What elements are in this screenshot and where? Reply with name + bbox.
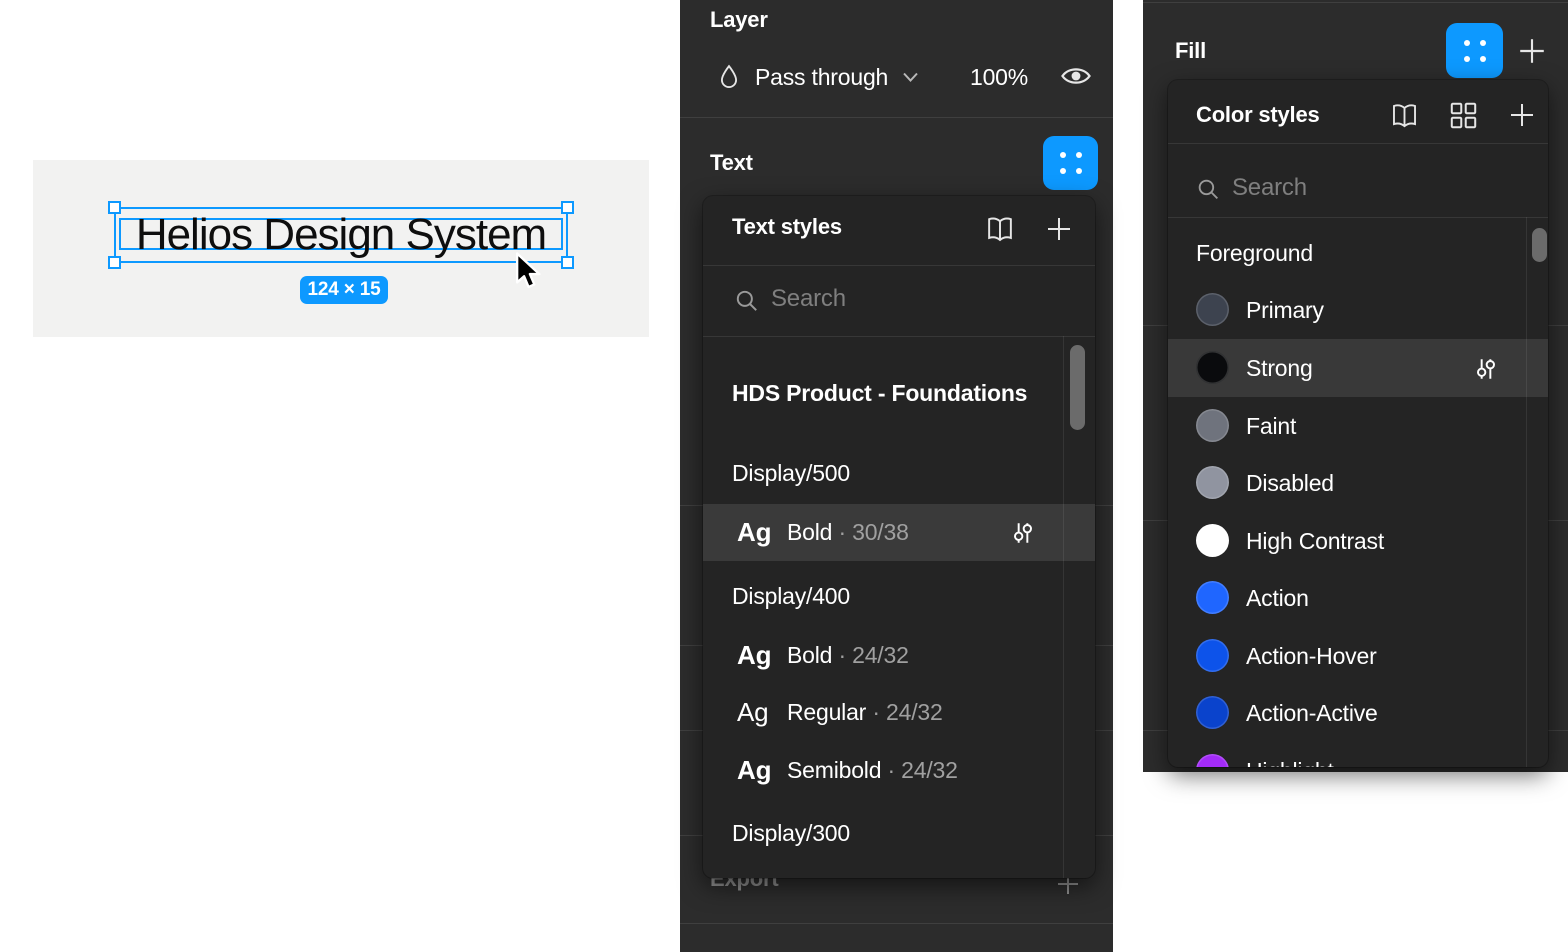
sliders-icon[interactable] [1473,356,1499,382]
scrollbar-thumb[interactable] [1532,228,1547,262]
dropdown-divider [1168,217,1548,218]
section-divider [680,923,1113,924]
style-preview: Ag [737,684,768,741]
text-section-title: Text [710,150,753,176]
text-styles-dropdown-title: Text styles [732,214,842,240]
search-icon [734,288,760,314]
style-name: Bold [787,642,832,668]
style-preview: Ag [737,627,771,684]
color-swatch [1196,293,1229,326]
style-name: Regular [787,699,866,725]
dropdown-divider [1168,143,1548,144]
text-style-row[interactable]: Ag Bold · 30/38 [703,504,1095,561]
color-styles-dropdown-title: Color styles [1196,102,1320,128]
fill-panel: Fill Color styles [1143,0,1568,772]
droplet-icon [717,63,741,90]
text-style-row[interactable]: Ag Bold · 24/32 [703,627,1095,684]
size-badge: 124 × 15 [300,276,388,304]
style-name: Semibold [787,757,881,783]
selection-bounding-box[interactable] [114,207,568,263]
book-icon[interactable] [984,213,1016,245]
eye-icon[interactable] [1060,62,1092,90]
library-name: HDS Product - Foundations [732,380,1027,407]
color-styles-search-input[interactable] [1230,173,1504,203]
selection-handle-top-right[interactable] [561,201,574,214]
selection-handle-bottom-left[interactable] [108,256,121,269]
dropdown-divider [703,336,1095,337]
color-style-name: Disabled [1246,454,1334,512]
dropdown-divider [703,265,1095,266]
sliders-icon[interactable] [1010,520,1036,546]
color-styles-button[interactable] [1446,23,1503,78]
chevron-down-icon [902,71,919,83]
four-dots-icon [1060,152,1082,174]
color-style-name: Action-Hover [1246,627,1377,685]
color-style-row[interactable]: Highlight [1168,742,1548,767]
grid-icon[interactable] [1449,101,1478,130]
add-fill-icon[interactable] [1517,36,1547,66]
color-style-row[interactable]: Primary [1168,281,1548,339]
book-icon[interactable] [1389,100,1420,131]
text-styles-search-input[interactable] [769,284,1053,314]
section-divider [680,117,1113,118]
style-size: 24/32 [852,642,909,668]
section-divider [1143,2,1568,3]
scrollbar-track [1526,217,1527,767]
blend-mode-select[interactable]: Pass through [755,63,919,91]
color-style-name: Strong [1246,339,1313,397]
properties-panel: Layer Pass through 100% Text Export [680,0,1113,952]
color-swatch [1196,696,1229,729]
text-style-row[interactable]: Ag Semibold · 24/32 [703,742,1095,799]
text-style-row[interactable]: Ag Regular · 24/32 [703,684,1095,741]
style-size: 30/38 [852,519,909,545]
text-styles-dropdown: Text styles HDS Product - Foundations Di… [703,196,1095,878]
style-name: Bold [787,519,832,545]
color-style-row[interactable]: Action-Hover [1168,627,1548,685]
color-style-row[interactable]: Action [1168,569,1548,627]
scrollbar-track [1063,336,1064,878]
color-group-label: Foreground [1196,240,1313,267]
color-style-row[interactable]: Disabled [1168,454,1548,512]
color-style-name: Action [1246,569,1309,627]
color-swatch [1196,581,1229,614]
color-style-name: Primary [1246,281,1324,339]
color-style-name: Faint [1246,397,1296,455]
text-styles-button[interactable] [1043,136,1098,190]
color-style-name: High Contrast [1246,512,1384,570]
selection-handle-bottom-right[interactable] [561,256,574,269]
opacity-value[interactable]: 100% [970,64,1026,91]
selection-handle-top-left[interactable] [108,201,121,214]
style-size: 24/32 [886,699,943,725]
color-style-row[interactable]: High Contrast [1168,512,1548,570]
color-styles-dropdown: Color styles Foreground [1168,80,1548,767]
color-style-name: Highlight [1246,742,1334,767]
four-dots-icon [1464,40,1486,62]
color-swatch [1196,351,1229,384]
color-swatch [1196,639,1229,672]
scrollbar-thumb[interactable] [1070,345,1085,430]
cursor-icon [511,252,547,292]
color-style-name: Action-Active [1246,684,1378,742]
color-swatch [1196,466,1229,499]
search-icon [1196,177,1221,202]
style-preview: Ag [737,504,771,561]
style-group-label: Display/300 [732,820,850,847]
blend-mode-value: Pass through [755,64,888,91]
style-preview: Ag [737,742,771,799]
fill-section-title: Fill [1175,38,1206,64]
plus-icon[interactable] [1508,101,1536,129]
color-style-row[interactable]: Strong [1168,339,1548,397]
plus-icon[interactable] [1045,215,1073,243]
layer-section-title: Layer [710,7,768,33]
style-size: 24/32 [901,757,958,783]
color-style-row[interactable]: Action-Active [1168,684,1548,742]
color-swatch [1196,754,1229,767]
style-group-label: Display/500 [732,460,850,487]
style-group-label: Display/400 [732,583,850,610]
color-swatch [1196,409,1229,442]
screenshot-root: Helios Design System 124 × 15 Layer Pass… [0,0,1568,952]
color-swatch [1196,524,1229,557]
color-style-row[interactable]: Faint [1168,397,1548,455]
